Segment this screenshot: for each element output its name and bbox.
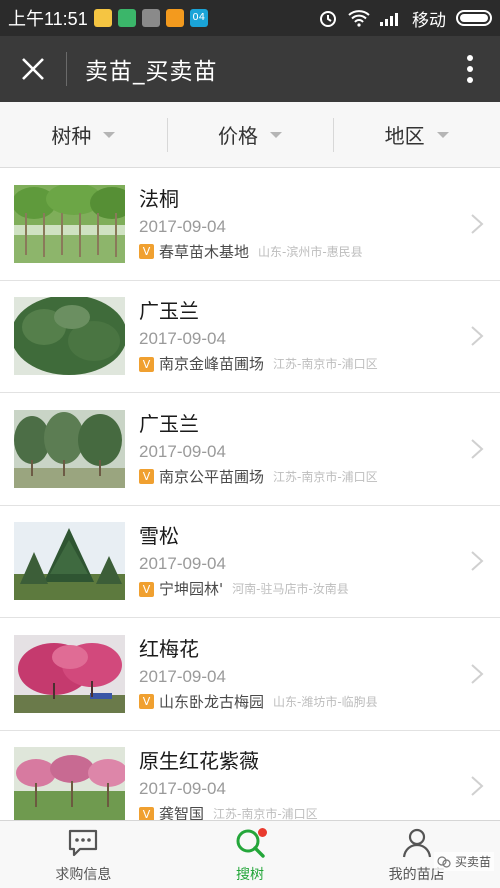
alarm-icon: [320, 11, 336, 27]
listing-title: 原生红花紫薇: [139, 749, 259, 774]
notification-app-icon: [93, 9, 112, 27]
listing-date: 2017-09-04: [139, 329, 226, 349]
list-item[interactable]: 广玉兰 2017-09-04 V 南京金峰苗圃场 江苏-南京市-浦口区: [0, 280, 500, 393]
listing-date: 2017-09-04: [139, 666, 226, 686]
chevron-right-icon: [471, 551, 484, 571]
caret-down-icon: [103, 131, 116, 138]
chevron-right-icon: [471, 326, 484, 346]
filter-species-dropdown[interactable]: 树种: [0, 102, 167, 168]
listing-date: 2017-09-04: [139, 216, 226, 236]
verified-icon: V: [139, 581, 154, 597]
listing-thumbnail: [14, 184, 125, 263]
list-item[interactable]: 红梅花 2017-09-04 V 山东卧龙古梅园 山东-潍坊市-临朐县: [0, 618, 500, 731]
listing-location: 江苏-南京市-浦口区: [273, 469, 378, 484]
carrier-label: 移动: [412, 10, 446, 31]
tab-search-trees[interactable]: 搜树: [167, 821, 334, 888]
listing-location: 山东-滨州市-惠民县: [258, 244, 363, 259]
search-tab-icon-wrap: [233, 826, 267, 860]
listing-date: 2017-09-04: [139, 554, 226, 574]
person-icon: [402, 828, 431, 857]
caret-down-icon: [436, 131, 449, 138]
chevron-right-icon: [471, 214, 484, 234]
weibo-app-icon: [165, 9, 184, 27]
chat-bubble-icon: [69, 829, 98, 856]
header-divider: [66, 52, 67, 86]
wifi-icon: [348, 10, 370, 27]
listing-seller: 春草苗木基地: [159, 242, 250, 261]
close-icon: [22, 58, 44, 80]
listing-title: 红梅花: [139, 636, 199, 661]
listing-seller: 山东卧龙古梅园: [159, 692, 265, 711]
listing-date: 2017-09-04: [139, 779, 226, 799]
tab-purchase-info-label: 求购信息: [55, 866, 112, 883]
signal-icon: [380, 13, 398, 26]
status-bar: 上午11:51 04 移动: [0, 0, 500, 36]
filter-price-dropdown[interactable]: 价格: [166, 102, 334, 168]
verified-icon: V: [139, 694, 154, 710]
listing-seller: 南京公平苗圃场: [159, 467, 265, 486]
listing-location: 河南-驻马店市-汝南县: [232, 582, 349, 597]
watermark: 买卖苗: [433, 852, 494, 871]
listing-title: 广玉兰: [139, 411, 199, 436]
list-item[interactable]: 广玉兰 2017-09-04 V 南京公平苗圃场 江苏-南京市-浦口区: [0, 393, 500, 506]
listing-thumbnail: [14, 747, 125, 826]
list-item[interactable]: 雪松 2017-09-04 V 宁坤园林' 河南-驻马店市-汝南县: [0, 505, 500, 618]
listing-location: 山东-潍坊市-临朐县: [273, 694, 378, 709]
status-time: 上午11:51: [8, 9, 88, 29]
page-title: 卖苗_买卖苗: [85, 59, 218, 85]
listing-seller: 宁坤园林': [159, 580, 224, 599]
more-options-button[interactable]: [440, 36, 500, 102]
tab-purchase-info[interactable]: 求购信息: [0, 821, 167, 888]
wechat-logo-icon: [437, 855, 451, 868]
chevron-right-icon: [471, 776, 484, 796]
listing-title: 广玉兰: [139, 299, 199, 324]
chevron-right-icon: [471, 664, 484, 684]
watermark-text: 买卖苗: [454, 855, 491, 869]
listing-title: 雪松: [139, 524, 179, 549]
listing-list: 法桐 2017-09-04 V 春草苗木基地 山东-滨州市-惠民县 广玉兰 20…: [0, 168, 500, 843]
battery-icon: [456, 10, 492, 26]
more-vertical-icon: [467, 55, 473, 83]
notification-count-icon: 04: [189, 9, 208, 27]
filter-price-label: 价格: [218, 124, 258, 148]
listing-location: 江苏-南京市-浦口区: [273, 357, 378, 372]
listing-seller: 南京金峰苗圃场: [159, 355, 265, 374]
listing-thumbnail: [14, 522, 125, 601]
notification-dot-icon: [258, 827, 267, 837]
listing-thumbnail: [14, 634, 125, 713]
listing-thumbnail: [14, 297, 125, 376]
tab-search-trees-label: 搜树: [236, 866, 264, 883]
verified-icon: V: [139, 356, 154, 372]
listing-thumbnail: [14, 409, 125, 488]
close-button[interactable]: [0, 36, 66, 102]
filter-bar: 树种 价格 地区: [0, 102, 500, 168]
filter-species-label: 树种: [51, 124, 92, 148]
caret-down-icon: [270, 131, 282, 138]
filter-region-dropdown[interactable]: 地区: [333, 102, 500, 168]
app-header: 卖苗_买卖苗: [0, 36, 500, 102]
list-item[interactable]: 法桐 2017-09-04 V 春草苗木基地 山东-滨州市-惠民县: [0, 168, 500, 281]
bottom-tab-bar: 求购信息 搜树 我的苗店: [0, 820, 500, 888]
verified-icon: V: [139, 244, 154, 260]
shield-app-icon: [117, 9, 136, 27]
verified-icon: V: [139, 469, 154, 485]
listing-title: 法桐: [139, 186, 179, 211]
listing-date: 2017-09-04: [139, 441, 226, 461]
gallery-app-icon: [141, 9, 160, 27]
filter-region-label: 地区: [384, 124, 425, 148]
chevron-right-icon: [471, 439, 484, 459]
